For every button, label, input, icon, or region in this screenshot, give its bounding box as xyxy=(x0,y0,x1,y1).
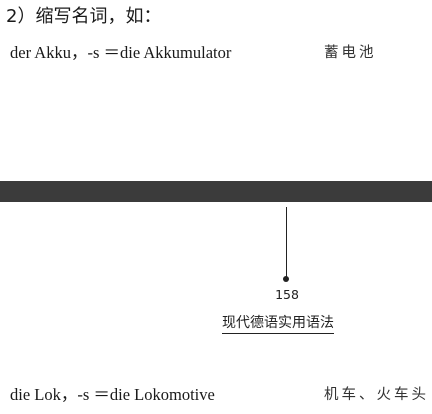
german-term: der Akku，-s ＝die Akkumulator xyxy=(10,43,232,62)
chinese-meaning: 蓄电池 xyxy=(324,45,377,61)
page-pointer-dot xyxy=(283,276,289,282)
vocabulary-entry: der Akku，-s ＝die Akkumulator 蓄电池 xyxy=(10,42,430,64)
page-number: 158 xyxy=(275,287,299,302)
chinese-meaning: 机车、火车头 xyxy=(324,387,429,403)
german-term: die Lok，-s ＝die Lokomotive xyxy=(10,385,215,404)
page-divider-band xyxy=(0,181,432,202)
vocabulary-entry: die Lok，-s ＝die Lokomotive 机车、火车头 xyxy=(10,384,430,406)
section-heading: 2）缩写名词，如： xyxy=(6,6,162,27)
book-title: 现代德语实用语法 xyxy=(222,313,334,334)
page-pointer-line xyxy=(286,207,287,279)
